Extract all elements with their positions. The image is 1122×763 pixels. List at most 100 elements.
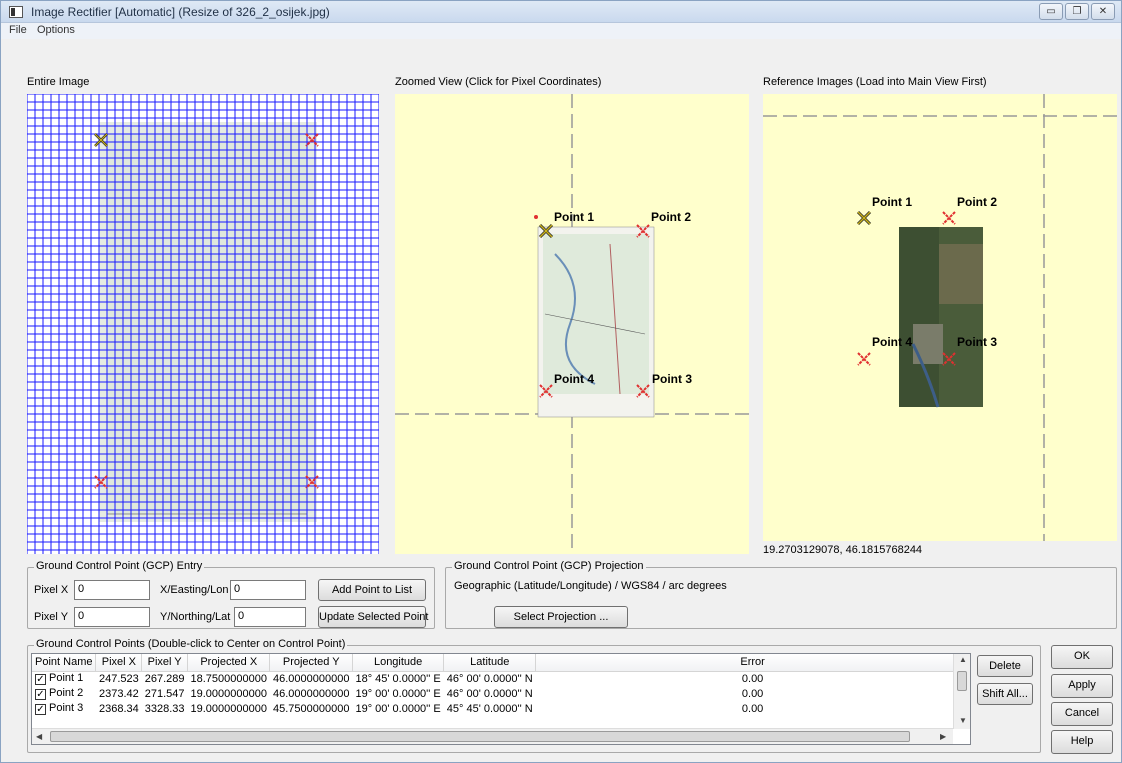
col-pixel-x[interactable]: Pixel X [95,654,143,672]
image-rectifier-window: Image Rectifier [Automatic] (Resize of 3… [0,0,1122,763]
col-projected-x[interactable]: Projected X [187,654,271,672]
projected-y-cell: 46.0000000000 [272,672,350,685]
menu-file[interactable]: File [9,24,27,36]
point-name: Point 2 [49,687,84,699]
zoom-label-point-4: Point 4 [554,372,594,386]
row-checkbox[interactable]: ✓ [35,689,46,700]
shift-all-button[interactable]: Shift All... [977,683,1033,705]
longitude-cell: 19° 00' 0.0000'' E [355,687,441,700]
northing-input[interactable]: 0 [234,607,306,627]
pixel-y-input[interactable]: 0 [74,607,150,627]
entire-image-view[interactable] [26,93,380,554]
projection-text: Geographic (Latitude/Longitude) / WGS84 … [454,580,727,592]
table-row[interactable]: ✓ Point 3 2368.34 3328.33 19.0000000000 4… [32,701,970,716]
scroll-down-icon[interactable]: ▼ [959,716,967,725]
easting-input[interactable]: 0 [230,580,306,600]
reference-coordinates: 19.2703129078, 46.1815768244 [763,544,923,556]
apply-button[interactable]: Apply [1051,674,1113,698]
entire-image-label: Entire Image [27,76,90,88]
vertical-scroll-thumb[interactable] [957,671,967,691]
error-cell: 0.00 [741,702,764,715]
window-title: Image Rectifier [Automatic] (Resize of 3… [31,5,330,19]
cancel-button[interactable]: Cancel [1051,702,1113,726]
northing-label: Y/Northing/Lat [160,611,231,623]
reference-view-canvas[interactable]: Point 1 Point 2 Point 3 Point 4 [763,94,1117,541]
pixel-x-input[interactable]: 0 [74,580,150,600]
gcp-table: Point Name Pixel X Pixel Y Projected X P… [31,653,971,745]
ref-label-point-1: Point 1 [872,195,912,209]
zoomed-view-label: Zoomed View (Click for Pixel Coordinates… [395,76,602,88]
latitude-cell: 45° 45' 0.0000'' N [446,702,533,715]
scroll-up-icon[interactable]: ▲ [959,655,967,664]
gcp-list-legend: Ground Control Points (Double-click to C… [34,638,348,650]
projected-x-cell: 19.0000000000 [190,702,267,715]
longitude-cell: 18° 45' 0.0000'' E [355,672,441,685]
col-longitude[interactable]: Longitude [352,654,445,672]
row-checkbox[interactable]: ✓ [35,704,46,715]
projected-y-cell: 45.7500000000 [272,702,350,715]
pixel-x-cell: 247.523 [98,672,139,685]
table-row[interactable]: ✓ Point 1 247.523 267.289 18.7500000000 4… [32,671,970,686]
pixel-y-cell: 3328.33 [144,702,185,715]
update-point-button[interactable]: Update Selected Point [318,606,428,628]
table-horizontal-scrollbar[interactable]: ◀ ▶ [32,728,953,744]
help-button[interactable]: Help [1051,730,1113,754]
projected-y-cell: 46.0000000000 [272,687,350,700]
longitude-cell: 19° 00' 0.0000'' E [355,702,441,715]
point-name: Point 3 [49,702,84,714]
zoom-label-point-1: Point 1 [554,210,594,224]
col-latitude[interactable]: Latitude [443,654,537,672]
minimize-button[interactable]: ▭ [1039,3,1063,20]
row-checkbox[interactable]: ✓ [35,674,46,686]
horizontal-scroll-thumb[interactable] [50,731,910,742]
ref-label-point-2: Point 2 [957,195,997,209]
pixel-x-cell: 2373.42 [98,687,139,700]
table-vertical-scrollbar[interactable]: ▲ ▼ [953,654,970,729]
menu-bar: File Options [1,23,1121,39]
projected-x-cell: 19.0000000000 [190,687,267,700]
pixel-x-cell: 2368.34 [98,702,139,715]
col-error[interactable]: Error [535,654,970,672]
pixel-y-label: Pixel Y [34,611,69,623]
gcp-table-grid: Point Name Pixel X Pixel Y Projected X P… [32,654,970,716]
window-controls: ▭ ❐ ✕ [1039,3,1115,20]
col-pixel-y[interactable]: Pixel Y [141,654,189,672]
add-point-button[interactable]: Add Point to List [318,579,426,601]
reference-images-label: Reference Images (Load into Main View Fi… [763,76,987,88]
click-dot [534,215,538,219]
select-projection-button[interactable]: Select Projection ... [494,606,628,628]
gcp-projection-legend: Ground Control Point (GCP) Projection [452,560,646,572]
menu-options[interactable]: Options [37,24,75,36]
ref-label-point-4: Point 4 [872,335,912,349]
ok-button[interactable]: OK [1051,645,1113,669]
gcp-entry-group: Ground Control Point (GCP) Entry Pixel X… [27,560,435,629]
projected-x-cell: 18.7500000000 [190,672,267,685]
app-icon [9,6,23,18]
pixel-y-cell: 271.547 [144,687,185,700]
zoom-label-point-3: Point 3 [652,372,692,386]
close-button[interactable]: ✕ [1091,3,1115,20]
ref-label-point-3: Point 3 [957,335,997,349]
delete-button[interactable]: Delete [977,655,1033,677]
reference-images-view[interactable]: Point 1 Point 2 Point 3 Point 4 [763,94,1117,541]
table-row[interactable]: ✓ Point 2 2373.42 271.547 19.0000000000 4… [32,686,970,701]
scroll-left-icon[interactable]: ◀ [36,732,42,741]
gcp-projection-group: Ground Control Point (GCP) Projection Ge… [445,560,1117,629]
latitude-cell: 46° 00' 0.0000'' N [446,687,533,700]
col-point-name[interactable]: Point Name [32,654,97,672]
point-name: Point 1 [49,672,84,685]
zoom-label-point-2: Point 2 [651,210,691,224]
easting-label: X/Easting/Lon [160,584,229,596]
restore-button[interactable]: ❐ [1065,3,1089,20]
pixel-y-cell: 267.289 [144,672,185,685]
entire-image-canvas[interactable] [26,93,380,554]
error-cell: 0.00 [741,672,764,685]
scroll-right-icon[interactable]: ▶ [940,732,946,741]
pixel-x-label: Pixel X [34,584,69,596]
col-projected-y[interactable]: Projected Y [269,654,353,672]
zoomed-view[interactable]: Point 1 Point 2 Point 3 Point 4 [395,94,749,554]
title-bar[interactable]: Image Rectifier [Automatic] (Resize of 3… [1,1,1121,23]
zoomed-view-canvas[interactable]: Point 1 Point 2 Point 3 Point 4 [395,94,749,554]
gcp-entry-legend: Ground Control Point (GCP) Entry [34,560,205,572]
latitude-cell: 46° 00' 0.0000'' N [446,672,533,685]
